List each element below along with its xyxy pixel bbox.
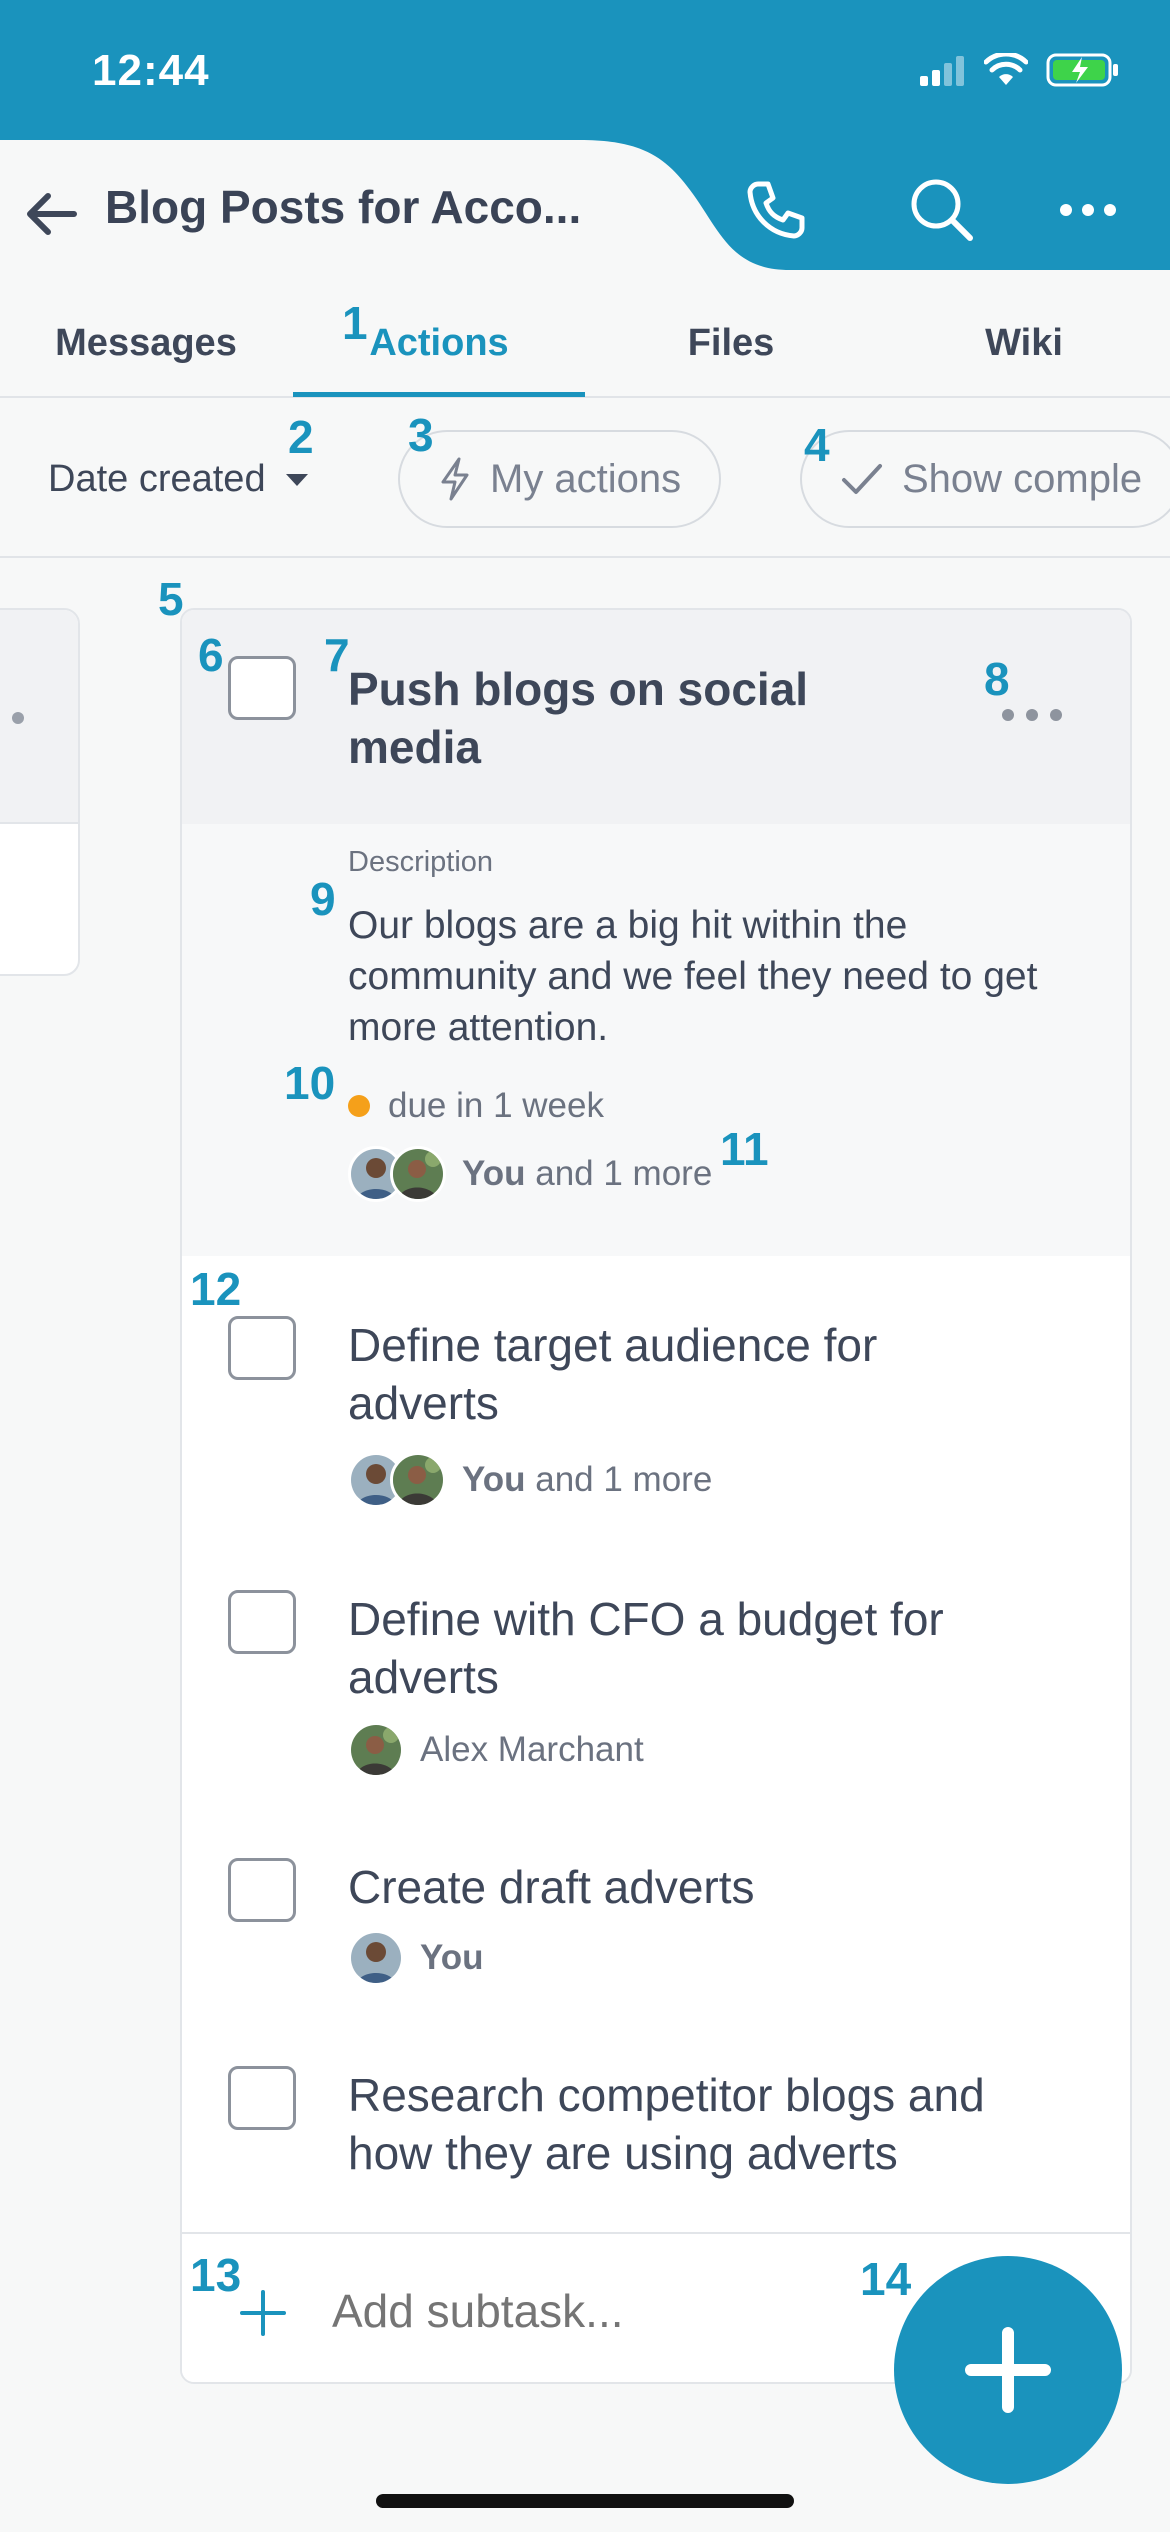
annotation-marker: 2 [288, 411, 314, 463]
subtask-assignee-bold: You [420, 1938, 484, 1977]
tab-wiki[interactable]: Wiki [878, 322, 1170, 365]
page-title: Blog Posts for Acco... [105, 181, 582, 233]
lightning-icon [441, 457, 469, 501]
sort-label: Date created [48, 458, 266, 500]
status-time: 12:44 [92, 46, 210, 95]
previous-action-card[interactable] [0, 608, 80, 976]
annotation-marker: 9 [310, 873, 336, 925]
add-subtask-input[interactable] [332, 2284, 892, 2338]
battery-charging-icon [1046, 53, 1118, 87]
subtask-assignee-bold: You [462, 1460, 526, 1499]
avatar-alex [390, 1452, 446, 1508]
subtask-assignees[interactable]: Alex Marchant [348, 1722, 644, 1778]
show-completed-label: Show comple [902, 456, 1143, 501]
status-icons [920, 52, 1120, 88]
subtask-title[interactable]: Define target audience for adverts [348, 1316, 1038, 1432]
filter-bar: Date created My actions Show comple [0, 398, 1170, 558]
annotation-marker: 11 [720, 1123, 769, 1175]
due-label: due in 1 week [388, 1086, 604, 1125]
avatar-alex [390, 1146, 446, 1202]
phone-icon[interactable] [736, 170, 816, 250]
task-assignees[interactable]: You and 1 more [348, 1146, 712, 1202]
my-actions-chip[interactable]: My actions [398, 430, 722, 528]
tab-messages[interactable]: Messages [0, 322, 292, 365]
description-text[interactable]: Our blogs are a big hit within the commu… [348, 900, 1068, 1053]
annotation-marker: 5 [158, 573, 184, 625]
annotation-marker: 3 [408, 409, 434, 461]
task-checkbox[interactable] [228, 656, 296, 720]
task-more-icon[interactable] [1002, 700, 1072, 730]
task-title[interactable]: Push blogs on social media [348, 660, 948, 776]
avatar-you [348, 1930, 404, 1986]
annotation-marker: 14 [860, 2253, 912, 2305]
subtask-checkbox[interactable] [228, 2066, 296, 2130]
subtask-title[interactable]: Research competitor blogs and how they a… [348, 2066, 1038, 2182]
tab-bar: Messages Actions Files Wiki [0, 300, 1170, 398]
add-action-button[interactable] [894, 2256, 1122, 2484]
due-date[interactable]: due in 1 week [348, 1086, 604, 1126]
subtask-checkbox[interactable] [228, 1590, 296, 1654]
back-arrow-icon[interactable] [22, 184, 82, 244]
tab-actions[interactable]: Actions [293, 322, 585, 365]
caret-down-icon [285, 473, 308, 486]
annotation-marker: 1 [342, 297, 368, 349]
assignee-you: You [462, 1154, 526, 1193]
annotation-marker: 6 [198, 629, 224, 681]
subtask-assignee-rest: Alex Marchant [420, 1730, 644, 1769]
active-tab-indicator [293, 392, 585, 397]
sort-dropdown[interactable]: Date created [48, 458, 310, 501]
signal-icon [920, 56, 964, 86]
status-bar: 12:44 [0, 0, 1170, 140]
conversation-header: Blog Posts for Acco... [0, 140, 1170, 270]
subtask-assignees[interactable]: You [348, 1930, 484, 1986]
search-icon[interactable] [902, 170, 982, 250]
annotation-marker: 13 [190, 2249, 242, 2301]
my-actions-label: My actions [490, 456, 682, 501]
previous-card-menu-dot [12, 712, 24, 724]
plus-icon [965, 2327, 1051, 2413]
plus-icon[interactable] [238, 2288, 288, 2338]
tab-files[interactable]: Files [585, 322, 877, 365]
avatar-alex [348, 1722, 404, 1778]
subtask-assignees[interactable]: You and 1 more [348, 1452, 712, 1508]
show-completed-chip[interactable]: Show comple [800, 430, 1170, 528]
subtask-checkbox[interactable] [228, 1858, 296, 1922]
subtask-checkbox[interactable] [228, 1316, 296, 1380]
annotation-marker: 4 [804, 419, 830, 471]
due-status-dot [348, 1095, 370, 1117]
annotation-marker: 8 [984, 653, 1010, 705]
annotation-marker: 10 [284, 1057, 336, 1109]
assignee-more: and 1 more [535, 1154, 713, 1193]
subtask-title[interactable]: Define with CFO a budget for adverts [348, 1590, 1038, 1706]
more-options-icon[interactable] [1048, 170, 1128, 250]
home-indicator [376, 2494, 794, 2508]
description-label: Description [348, 846, 494, 878]
subtask-title[interactable]: Create draft adverts [348, 1858, 1038, 1916]
annotation-marker: 12 [190, 1263, 242, 1315]
annotation-marker: 7 [324, 629, 350, 681]
subtask-assignee-rest: and 1 more [535, 1460, 713, 1499]
wifi-icon [984, 53, 1028, 85]
checkmark-icon [842, 464, 882, 494]
